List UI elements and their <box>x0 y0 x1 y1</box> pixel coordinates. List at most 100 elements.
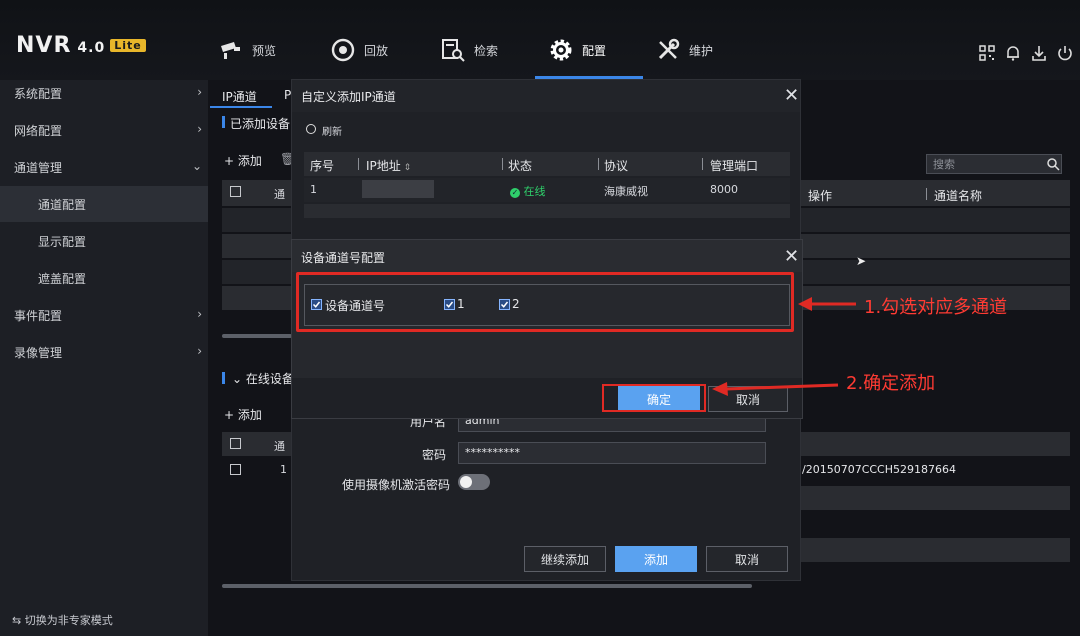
online-row-checkbox[interactable] <box>230 464 241 475</box>
section-marker <box>222 116 225 128</box>
chevron-down-icon: ⌄ <box>232 372 246 386</box>
plus-icon: + <box>224 408 238 422</box>
activation-password-label: 使用摄像机激活密码 <box>342 478 451 492</box>
plus-icon: + <box>224 154 238 168</box>
nav-search[interactable]: 检索 <box>440 30 498 70</box>
tab-ip-channel[interactable]: IP通道 <box>222 88 257 105</box>
table-row <box>222 260 292 284</box>
sidebar-item-channel-management[interactable]: 通道管理 ⌄ <box>0 149 208 185</box>
download-icon[interactable] <box>1030 44 1048 62</box>
refresh-button[interactable]: 刷新 <box>322 123 342 138</box>
section-marker <box>222 372 225 384</box>
sidebar-item-channel-config[interactable]: 通道配置 <box>0 186 208 222</box>
mouse-cursor-icon: ➤ <box>856 254 867 268</box>
table-header-cell: 通 <box>274 188 285 201</box>
annotation-step2: 2.确定添加 <box>846 373 936 394</box>
activation-password-toggle[interactable] <box>458 474 490 490</box>
column-separator <box>702 158 703 170</box>
search-icon[interactable] <box>1046 157 1060 171</box>
column-separator <box>358 158 359 170</box>
logout-icon[interactable] <box>1056 44 1074 62</box>
row-protocol: 海康威视 <box>604 185 648 198</box>
table-row <box>304 204 790 218</box>
close-icon[interactable]: ✕ <box>784 248 799 266</box>
password-input[interactable]: ********** <box>458 442 766 464</box>
column-header-port: 管理端口 <box>710 159 759 173</box>
table-row <box>800 538 1070 562</box>
expert-mode-toggle[interactable]: ⇆ 切换为非专家模式 <box>12 612 113 628</box>
sidebar-item-network[interactable]: 网络配置 › <box>0 112 208 148</box>
section-online-devices: ⌄ 在线设备 <box>232 372 294 386</box>
online-row-index: 1 <box>280 463 287 476</box>
qr-code-icon[interactable] <box>978 44 996 62</box>
arrow-left-icon <box>712 382 839 396</box>
bell-icon[interactable] <box>1004 44 1022 62</box>
nav-config[interactable]: 配置 <box>548 30 606 70</box>
tab-active-indicator <box>210 106 272 108</box>
playback-icon <box>331 38 355 62</box>
column-separator <box>502 158 503 170</box>
add-online-device-button[interactable]: + 添加 <box>224 406 262 423</box>
switch-icon: ⇆ <box>12 614 25 627</box>
dialog-title: 设备通道号配置 <box>301 251 386 265</box>
online-check-icon: ✓ <box>510 188 520 198</box>
sidebar-item-display-config[interactable]: 显示配置 <box>0 223 208 259</box>
cancel-button[interactable]: 取消 <box>706 546 788 572</box>
online-select-all-checkbox[interactable] <box>230 438 241 449</box>
nav-active-indicator <box>535 76 643 79</box>
column-header-status: 状态 <box>508 159 533 173</box>
gear-icon <box>550 39 572 61</box>
column-header-index: 序号 <box>310 159 335 173</box>
add-channel-button[interactable]: + 添加 <box>224 152 262 169</box>
select-all-checkbox[interactable] <box>230 186 241 197</box>
arrow-left-icon <box>798 297 856 311</box>
column-header-operation: 操作 <box>808 189 833 203</box>
tools-icon <box>658 38 680 60</box>
row-index: 1 <box>310 183 317 196</box>
table-row <box>800 260 1070 284</box>
chevron-down-icon: ⌄ <box>191 159 202 173</box>
table-header <box>800 432 1070 456</box>
nav-playback[interactable]: 回放 <box>330 30 388 70</box>
column-separator <box>926 188 927 200</box>
table-row <box>800 234 1070 258</box>
top-bar <box>0 0 1080 80</box>
password-label: 密码 <box>422 448 447 462</box>
chevron-right-icon: › <box>197 122 202 136</box>
nav-maintenance[interactable]: 维护 <box>655 30 713 70</box>
tab-second[interactable]: P <box>284 88 291 102</box>
search-file-icon <box>442 39 465 62</box>
close-icon[interactable]: ✕ <box>784 87 799 105</box>
row-status: ✓ 在线 <box>510 185 546 198</box>
continue-add-button[interactable]: 继续添加 <box>524 546 606 572</box>
table-row <box>800 208 1070 232</box>
column-header-ip[interactable]: IP地址 ⇕ <box>366 157 411 174</box>
refresh-icon[interactable] <box>306 124 316 134</box>
sidebar-item-system[interactable]: 系统配置 › <box>0 75 208 111</box>
toggle-knob <box>460 476 472 488</box>
row-ip-redacted <box>362 180 434 198</box>
chevron-right-icon: › <box>197 85 202 99</box>
horizontal-scrollbar[interactable] <box>222 584 752 588</box>
search-input[interactable]: 搜索 <box>926 154 1062 174</box>
online-row-device-id: /20150707CCCH529187664 <box>802 463 956 476</box>
table-row <box>222 234 292 258</box>
table-header-cell: 通 <box>274 440 285 453</box>
sidebar-item-recording[interactable]: 录像管理 › <box>0 334 208 370</box>
chevron-right-icon: › <box>197 307 202 321</box>
sidebar-item-event[interactable]: 事件配置 › <box>0 297 208 333</box>
table-row <box>222 208 292 232</box>
chevron-right-icon: › <box>197 344 202 358</box>
column-separator <box>598 158 599 170</box>
horizontal-scrollbar[interactable] <box>222 334 292 338</box>
row-port: 8000 <box>710 183 738 196</box>
add-button[interactable]: 添加 <box>615 546 697 572</box>
nav-preview[interactable]: 预览 <box>218 30 276 70</box>
sort-icon: ⇕ <box>400 163 412 173</box>
camera-icon <box>221 42 240 59</box>
column-header-protocol: 协议 <box>604 159 629 173</box>
table-row <box>800 486 1070 510</box>
column-header-channel-name: 通道名称 <box>934 189 983 203</box>
app-logo: NVR 4.0 Lite <box>16 33 146 58</box>
sidebar-item-mask-config[interactable]: 遮盖配置 <box>0 260 208 296</box>
